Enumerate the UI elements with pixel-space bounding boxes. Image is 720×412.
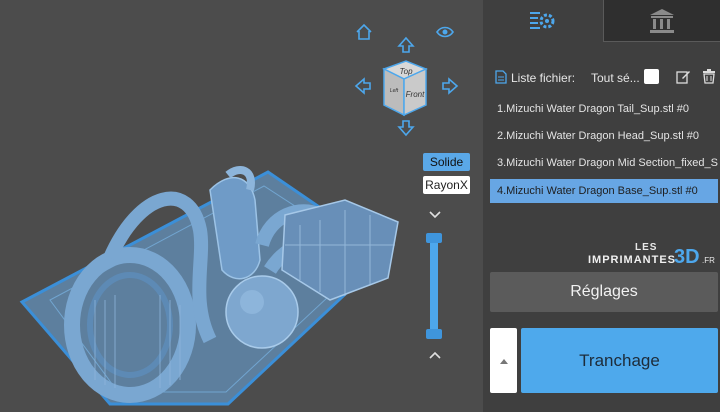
slice-button[interactable]: Tranchage	[521, 328, 718, 393]
arrow-right-icon[interactable]	[441, 77, 459, 95]
watermark-main: IMPRIMANTES	[588, 254, 676, 266]
chevron-up-icon[interactable]	[428, 350, 442, 360]
file-list-icon	[495, 70, 507, 84]
cube-top-label: Top	[399, 67, 413, 76]
tab-library[interactable]	[603, 0, 720, 42]
file-list-item[interactable]: 3.Mizuchi Water Dragon Mid Section_fixed…	[490, 151, 718, 175]
eye-icon[interactable]	[436, 23, 454, 41]
home-view-icon[interactable]	[355, 23, 373, 41]
cube-front-label: Front	[406, 90, 425, 99]
view-cube[interactable]: Top Front Left	[376, 57, 432, 119]
arrow-left-icon[interactable]	[354, 77, 372, 95]
dragon-orb-model	[225, 275, 299, 349]
file-list-header: Liste fichier: Tout sé...	[490, 66, 720, 88]
arrow-up-icon[interactable]	[397, 36, 415, 54]
watermark-accent: 3D	[674, 246, 700, 268]
watermark-logo: LES IMPRIMANTES 3D .FR	[588, 242, 718, 270]
settings-button[interactable]: Réglages	[490, 272, 718, 312]
cube-left-label: Left	[390, 88, 399, 94]
layer-slider-top-handle[interactable]	[426, 233, 442, 243]
layer-slider-track[interactable]	[430, 238, 438, 336]
library-temple-icon	[650, 9, 674, 33]
chevron-down-icon[interactable]	[428, 210, 442, 220]
select-all-checkbox[interactable]	[644, 69, 659, 84]
layer-slider-bottom-handle[interactable]	[426, 329, 442, 339]
file-list-item[interactable]: 2.Mizuchi Water Dragon Head_Sup.stl #0	[490, 124, 718, 148]
file-list-item[interactable]: 1.Mizuchi Water Dragon Tail_Sup.stl #0	[490, 97, 718, 121]
xray-view-button[interactable]: RayonX	[423, 176, 470, 194]
watermark-prefix: LES	[635, 242, 658, 253]
file-list-item-selected[interactable]: 4.Mizuchi Water Dragon Base_Sup.stl #0	[490, 179, 718, 203]
tranchage-options-button[interactable]	[490, 328, 517, 393]
select-all-label: Tout sé...	[591, 71, 640, 85]
caret-up-icon	[500, 359, 508, 364]
trash-icon[interactable]	[702, 69, 716, 84]
arrow-down-icon[interactable]	[397, 119, 415, 137]
settings-gear-icon	[530, 12, 555, 29]
edit-icon[interactable]	[676, 69, 691, 84]
tab-settings[interactable]	[483, 0, 603, 42]
solid-view-button[interactable]: Solide	[423, 153, 470, 171]
3d-viewport[interactable]: Top Front Left Solide RayonX	[0, 0, 483, 412]
file-list-label: Liste fichier:	[511, 71, 576, 85]
watermark-suffix: .FR	[702, 256, 715, 265]
